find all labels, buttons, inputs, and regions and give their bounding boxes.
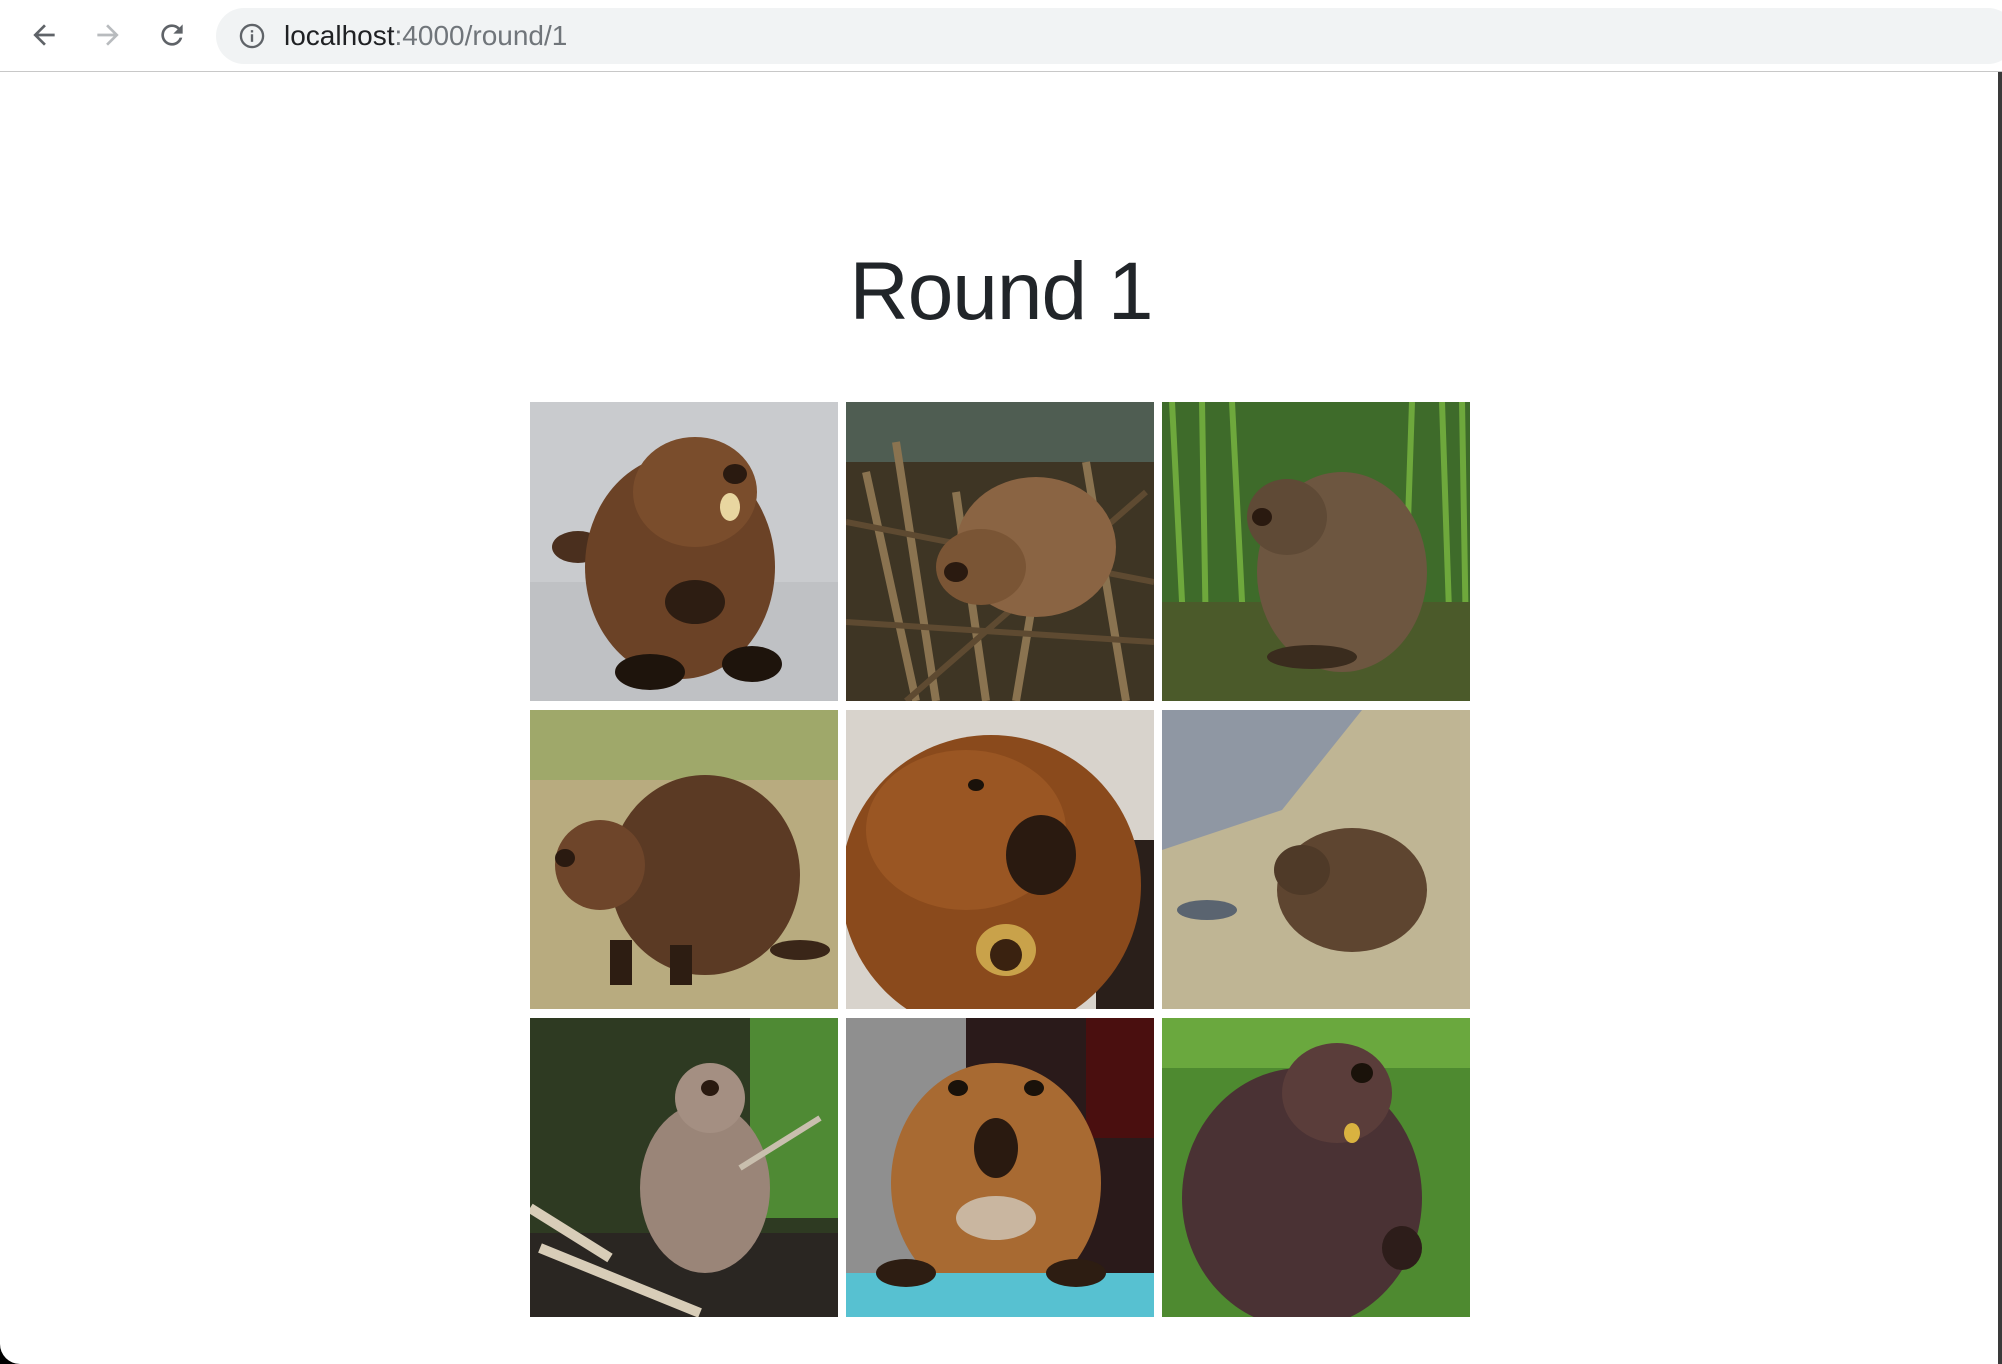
address-bar[interactable]: localhost:4000/round/1 [216,8,2002,64]
forward-button[interactable] [84,10,132,60]
beaver-image-9[interactable] [1162,1018,1470,1317]
beaver-image-2[interactable] [846,402,1154,701]
url-path: :4000/round/1 [394,20,568,51]
info-icon[interactable] [238,22,266,50]
image-grid [530,402,1470,1317]
reload-icon [161,24,183,46]
page-title: Round 1 [849,246,1153,337]
beaver-image-5[interactable] [846,710,1154,1009]
back-button[interactable] [20,10,68,60]
window-corner [0,1336,28,1364]
arrow-right-icon [97,24,119,46]
beaver-image-7[interactable] [530,1018,838,1317]
beaver-image-4[interactable] [530,710,838,1009]
beaver-image-3[interactable] [1162,402,1470,701]
beaver-image-6[interactable] [1162,710,1470,1009]
arrow-left-icon [33,24,55,46]
url-text[interactable]: localhost:4000/round/1 [284,8,567,64]
beaver-image-1[interactable] [530,402,838,701]
url-host: localhost [284,20,395,51]
beaver-image-8[interactable] [846,1018,1154,1317]
browser-toolbar: localhost:4000/round/1 [0,0,2002,72]
reload-button[interactable] [148,10,196,60]
